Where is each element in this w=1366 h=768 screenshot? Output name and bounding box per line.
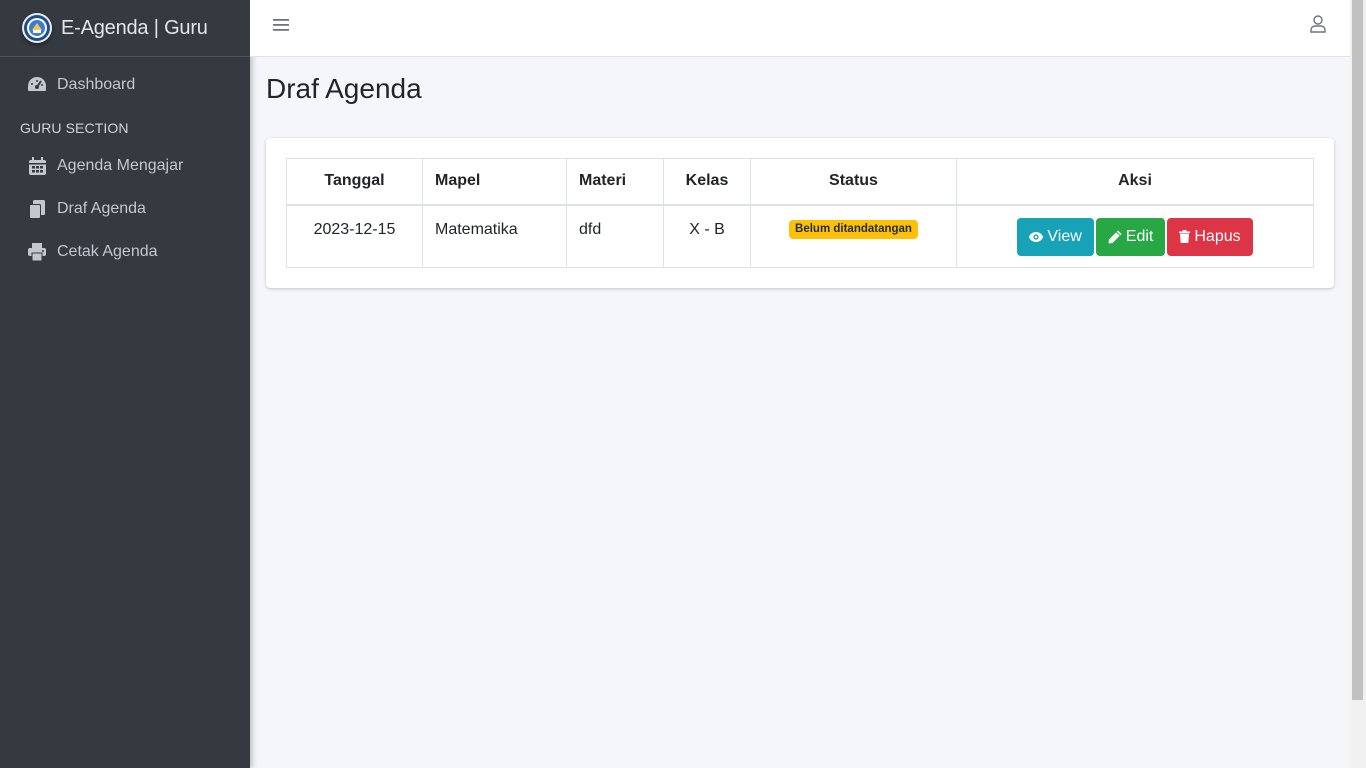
edit-button[interactable]: Edit [1095, 217, 1166, 256]
sidebar-item-dashboard[interactable]: Dashboard [8, 65, 242, 105]
view-button[interactable]: View [1017, 217, 1094, 256]
main-content: Draf Agenda Tanggal Mapel Materi Kelas S… [250, 57, 1350, 768]
trash-icon [1179, 230, 1191, 243]
sidebar-item-cetak-agenda[interactable]: Cetak Agenda [8, 232, 242, 272]
sidebar-item-agenda-mengajar[interactable]: Agenda Mengajar [8, 146, 242, 186]
sidebar-nav: Dashboard GURU SECTION Agenda Mengajar D… [0, 57, 250, 272]
sidebar: E-Agenda | Guru Dashboard GURU SECTION A… [0, 0, 250, 768]
brand-link[interactable]: E-Agenda | Guru [0, 0, 250, 57]
sidebar-item-label: Cetak Agenda [57, 243, 158, 260]
hapus-button[interactable]: Hapus [1167, 217, 1253, 256]
scrollbar-thumb[interactable] [1352, 0, 1363, 700]
sidebar-item-label: Draf Agenda [57, 200, 146, 217]
edit-button-label: Edit [1125, 227, 1154, 245]
cell-aksi: View Edit Hapus [956, 204, 1314, 268]
top-navbar [250, 0, 1350, 57]
cell-tanggal: 2023-12-15 [286, 204, 423, 268]
sidebar-item-label: Agenda Mengajar [57, 157, 184, 174]
column-header-kelas: Kelas [663, 158, 751, 206]
cell-kelas: X - B [663, 204, 751, 268]
column-header-tanggal: Tanggal [286, 158, 423, 206]
school-logo-icon [22, 13, 52, 43]
copy-icon [27, 199, 47, 219]
page-scrollbar[interactable] [1350, 0, 1366, 768]
table-row: 2023-12-15 Matematika dfd X - B Belum di… [286, 204, 1314, 268]
sidebar-item-draf-agenda[interactable]: Draf Agenda [8, 189, 242, 229]
tachometer-icon [27, 75, 47, 95]
user-icon[interactable] [1308, 14, 1328, 34]
column-header-materi: Materi [566, 158, 664, 206]
cell-materi: dfd [566, 204, 664, 268]
printer-icon [27, 242, 47, 262]
pencil-icon [1108, 230, 1122, 244]
eye-icon [1029, 231, 1044, 242]
column-header-aksi: Aksi [956, 158, 1314, 206]
cell-status: Belum ditandatangan [750, 204, 957, 268]
cell-mapel: Matematika [422, 204, 567, 268]
brand-title: E-Agenda | Guru [61, 16, 208, 39]
column-header-status: Status [750, 158, 957, 206]
sidebar-section-header: GURU SECTION [20, 120, 129, 136]
page-title: Draf Agenda [266, 73, 422, 104]
hapus-button-label: Hapus [1194, 227, 1241, 245]
menu-toggle-icon[interactable] [272, 16, 290, 34]
agenda-card: Tanggal Mapel Materi Kelas Status Aksi 2… [266, 138, 1334, 288]
agenda-table: Tanggal Mapel Materi Kelas Status Aksi 2… [286, 158, 1314, 268]
status-badge: Belum ditandatangan [789, 219, 918, 239]
calendar-icon [27, 156, 47, 176]
view-button-label: View [1047, 227, 1082, 245]
sidebar-item-label: Dashboard [57, 76, 136, 93]
column-header-mapel: Mapel [422, 158, 567, 206]
table-header-row: Tanggal Mapel Materi Kelas Status Aksi [286, 158, 1314, 206]
